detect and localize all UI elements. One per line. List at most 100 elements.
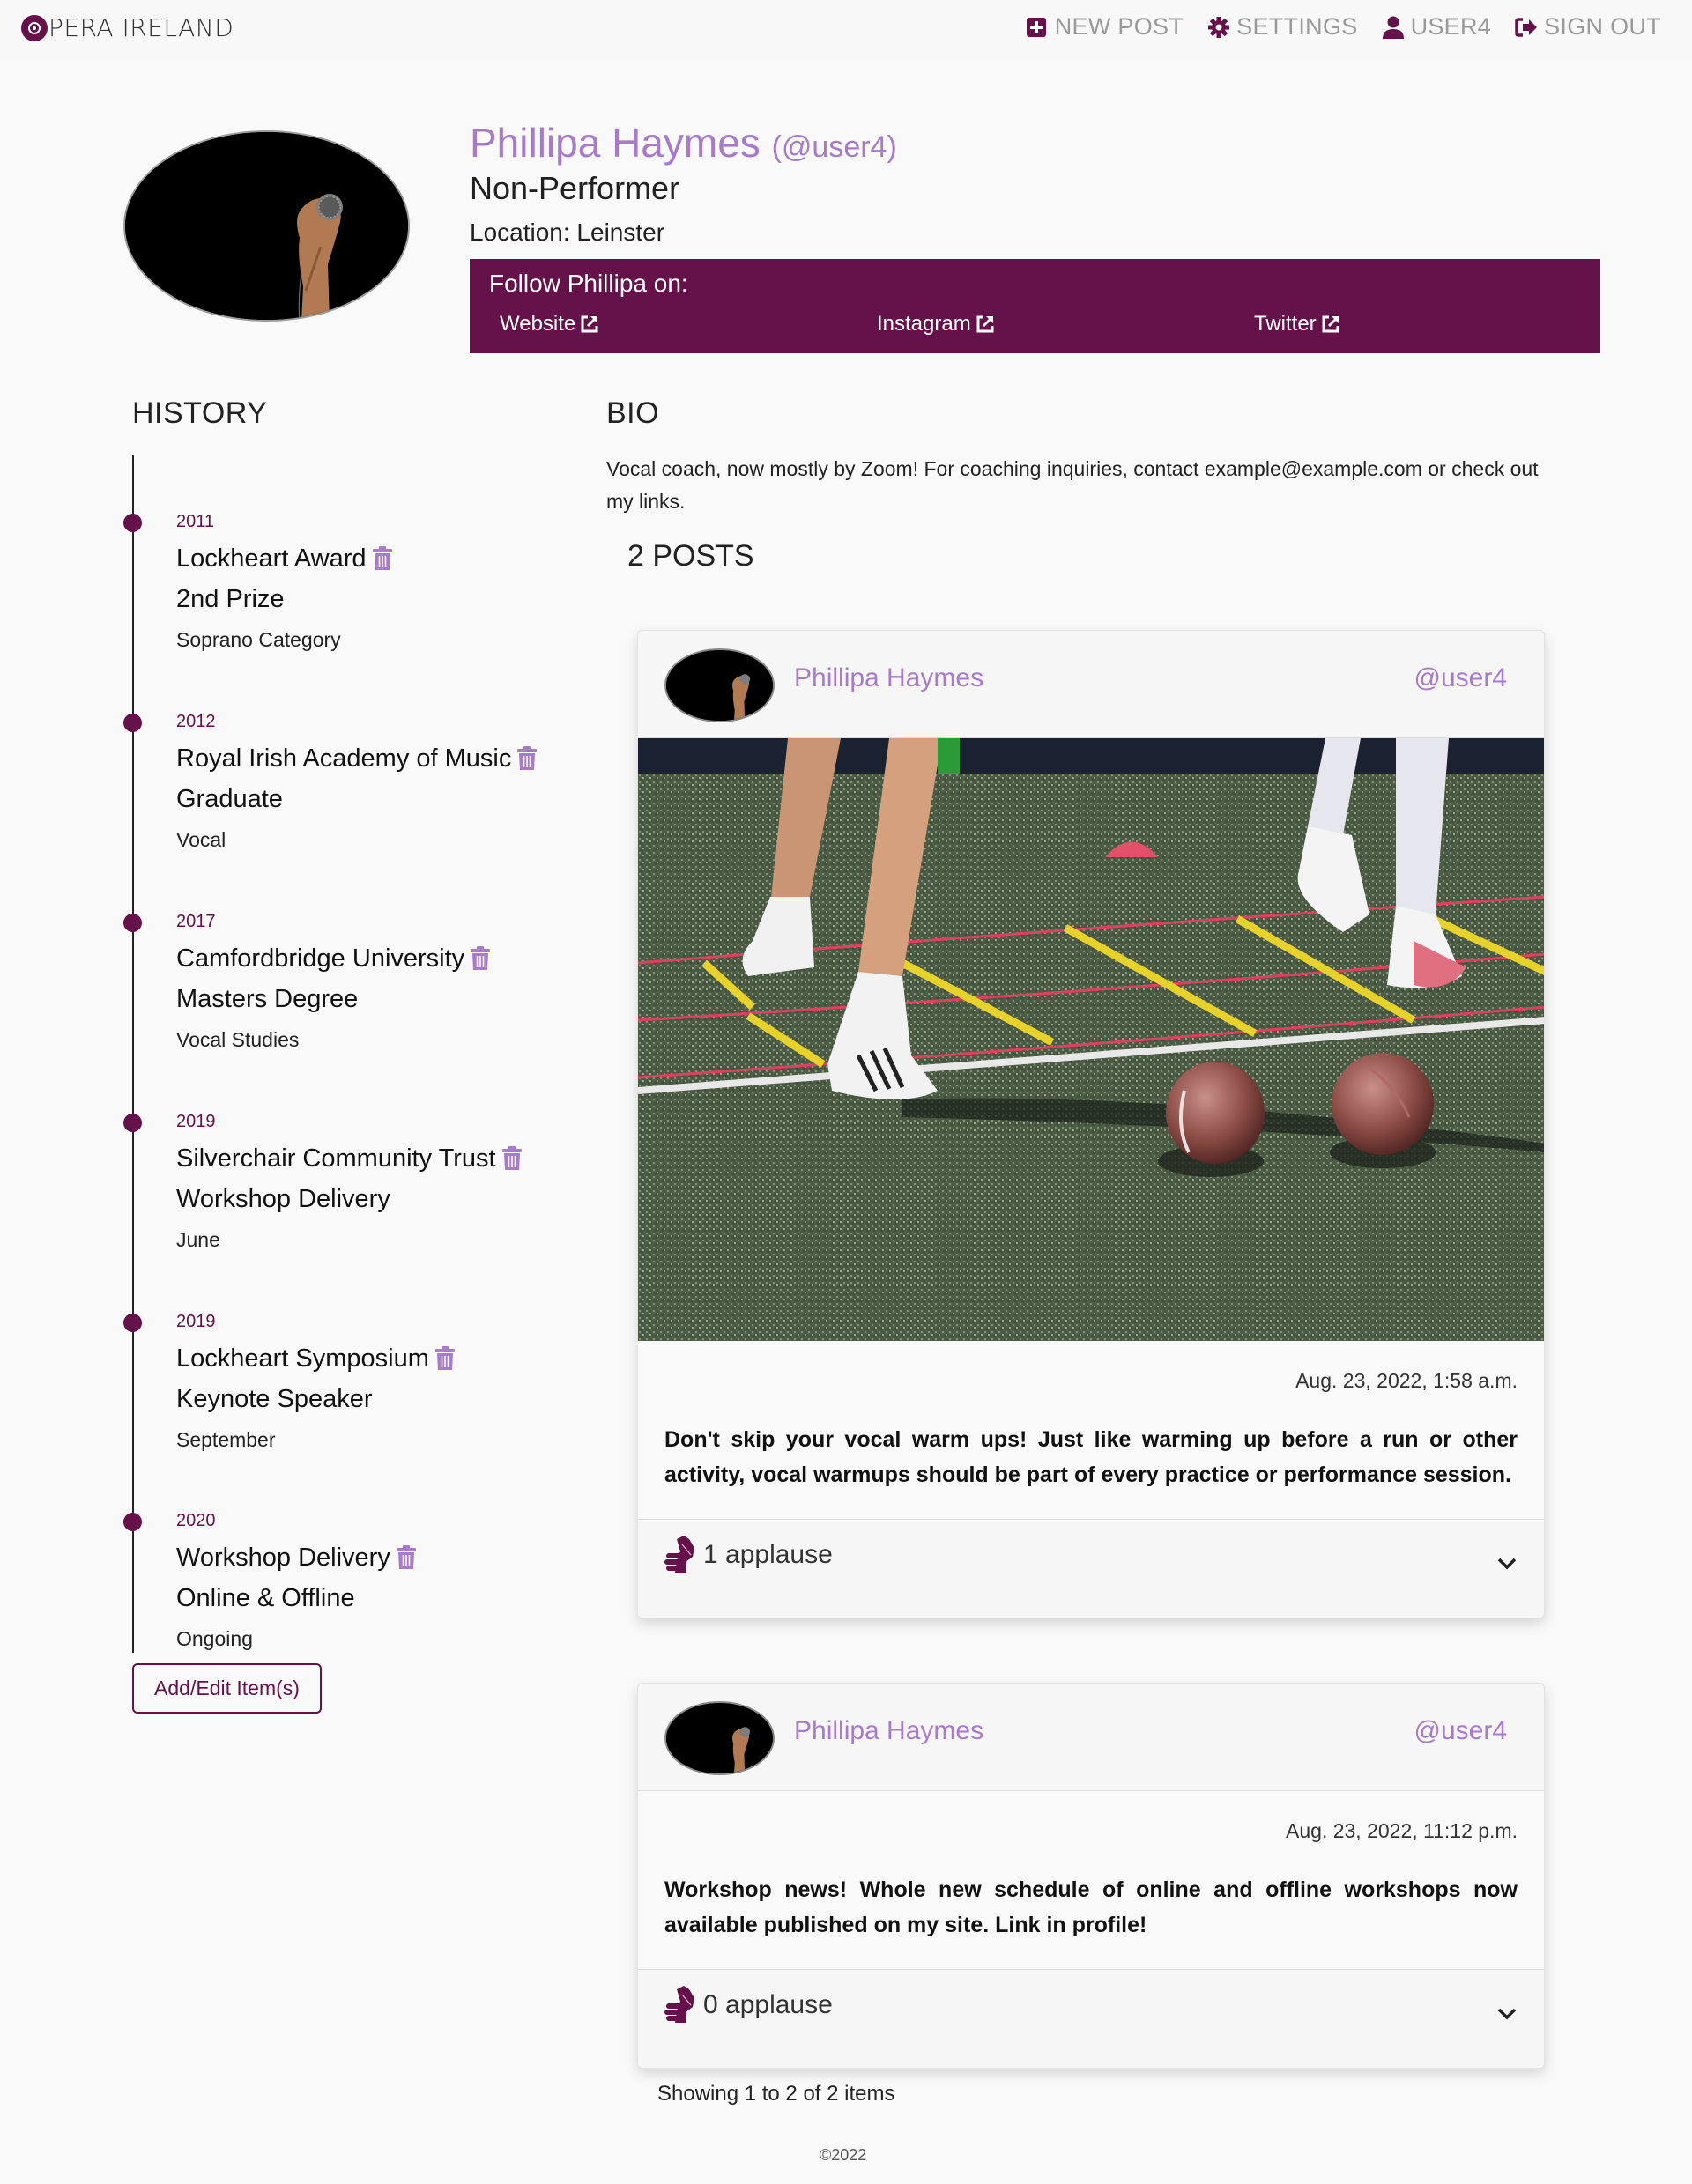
nav-settings-label: SETTINGS xyxy=(1236,13,1358,40)
timeline-title-text: Lockheart Award xyxy=(176,544,367,573)
post-date: Aug. 23, 2022, 1:58 a.m. xyxy=(1295,1369,1518,1392)
nav-links: NEW POST SETTINGS USER4 SIGN OUT xyxy=(1025,13,1661,41)
microphone-hand-photo xyxy=(666,650,773,721)
plus-square-icon xyxy=(1026,17,1046,37)
timeline-detail: Vocal xyxy=(176,828,226,851)
profile-location: Location: Leinster xyxy=(470,218,665,246)
trash-icon[interactable] xyxy=(434,1346,456,1371)
timeline-title: Workshop Delivery xyxy=(176,1540,417,1575)
timeline-year: 2017 xyxy=(176,912,216,931)
microphone-hand-photo xyxy=(666,1703,773,1773)
timeline-dot xyxy=(123,1114,142,1132)
timeline-title-text: Camfordbridge University xyxy=(176,944,465,973)
post-text: Don't skip your vocal warm ups! Just lik… xyxy=(664,1427,1518,1487)
applause-button[interactable]: 0 applause xyxy=(664,1986,833,2025)
timeline-title: Silverchair Community Trust xyxy=(176,1141,523,1176)
website-link-label: Website xyxy=(500,312,576,336)
post-body: Aug. 23, 2022, 1:58 a.m. Don't skip your… xyxy=(638,1341,1544,1519)
trash-icon[interactable] xyxy=(516,746,538,771)
nav-settings[interactable]: SETTINGS xyxy=(1206,13,1357,41)
instagram-link[interactable]: Instagram xyxy=(877,312,996,337)
trash-icon[interactable] xyxy=(501,1146,523,1171)
instagram-link-label: Instagram xyxy=(877,312,971,336)
timeline-title-text: Workshop Delivery xyxy=(176,1544,390,1572)
profile-display-name: Phillipa Haymes xyxy=(470,120,761,166)
timeline-item: 2019 Lockheart Symposium Keynote Speaker Se… xyxy=(123,1309,456,1454)
post-header: Phillipa Haymes @user4 xyxy=(638,631,1544,738)
timeline-subtitle: Graduate xyxy=(176,785,283,813)
vinyl-record-o-icon xyxy=(21,14,48,41)
website-link[interactable]: Website xyxy=(500,312,600,337)
profile-handle: (@user4) xyxy=(771,130,897,164)
chevron-down-icon[interactable] xyxy=(1496,1557,1518,1571)
applause-button[interactable]: 1 applause xyxy=(664,1536,833,1574)
timeline-dot xyxy=(123,914,142,932)
timeline-title: Lockheart Symposium xyxy=(176,1341,456,1376)
post-card: Phillipa Haymes @user4 Aug. 23, 2022, 1:… xyxy=(637,630,1545,1618)
timeline-title: Camfordbridge University xyxy=(176,941,491,976)
timeline-subtitle: 2nd Prize xyxy=(176,585,285,613)
bio-heading: BIO xyxy=(606,396,660,430)
applause-hands-icon xyxy=(664,1986,694,2023)
timeline-title: Royal Irish Academy of Music xyxy=(176,741,538,776)
football-training-photo xyxy=(638,738,1544,1341)
timeline-subtitle: Workshop Delivery xyxy=(176,1185,390,1213)
timeline-item: 2017 Camfordbridge University Masters Degr… xyxy=(123,909,491,1054)
timeline-title-text: Lockheart Symposium xyxy=(176,1344,429,1373)
microphone-hand-photo xyxy=(125,132,408,320)
brand-link[interactable]: PERA IRELAND xyxy=(21,13,234,42)
follow-title: Follow Phillipa on: xyxy=(489,270,688,297)
post-text: Workshop news! Whole new schedule of onl… xyxy=(664,1877,1518,1937)
add-edit-items-button[interactable]: Add/Edit Item(s) xyxy=(132,1663,322,1714)
timeline-subtitle: Keynote Speaker xyxy=(176,1385,373,1413)
post-author-avatar[interactable] xyxy=(664,1701,775,1775)
timeline-item: 2011 Lockheart Award 2nd Prize Soprano Cate… xyxy=(123,509,393,654)
post-author-name[interactable]: Phillipa Haymes xyxy=(794,1716,983,1746)
post-header: Phillipa Haymes @user4 xyxy=(638,1684,1544,1791)
post-footer: 1 applause xyxy=(638,1519,1544,1618)
trash-icon[interactable] xyxy=(372,546,393,571)
user-icon xyxy=(1382,16,1404,39)
timeline-dot xyxy=(123,514,142,532)
trash-icon[interactable] xyxy=(470,946,491,971)
timeline-dot xyxy=(123,1314,142,1332)
applause-hands-icon xyxy=(664,1536,694,1573)
copyright: ©2022 xyxy=(820,2146,867,2164)
applause-count: 1 applause xyxy=(703,1540,833,1569)
sign-out-icon xyxy=(1515,17,1538,37)
twitter-link-label: Twitter xyxy=(1254,312,1317,336)
post-image xyxy=(638,738,1544,1341)
timeline-year: 2012 xyxy=(176,712,216,731)
profile-role: Non-Performer xyxy=(470,170,680,206)
nav-user-label: USER4 xyxy=(1410,13,1492,40)
timeline-dot xyxy=(123,714,142,732)
external-link-icon xyxy=(1322,315,1340,333)
trash-icon[interactable] xyxy=(396,1545,417,1570)
post-author-handle[interactable]: @user4 xyxy=(1414,663,1508,693)
post-author-name[interactable]: Phillipa Haymes xyxy=(794,663,983,693)
timeline-year: 2019 xyxy=(176,1312,216,1331)
timeline-subtitle: Online & Offline xyxy=(176,1584,355,1612)
post-footer: 0 applause xyxy=(638,1969,1544,2068)
post-author-handle[interactable]: @user4 xyxy=(1414,1716,1508,1746)
post-card: Phillipa Haymes @user4 Aug. 23, 2022, 11… xyxy=(637,1683,1545,2069)
timeline-year: 2019 xyxy=(176,1112,216,1131)
follow-links-box: Follow Phillipa on: Website Instagram Tw… xyxy=(470,259,1600,353)
posts-count: 2 POSTS xyxy=(627,539,754,573)
nav-sign-out[interactable]: SIGN OUT xyxy=(1514,13,1661,41)
chevron-down-icon[interactable] xyxy=(1496,2007,1518,2021)
timeline-detail: Soprano Category xyxy=(176,628,341,651)
twitter-link[interactable]: Twitter xyxy=(1254,312,1341,337)
post-date: Aug. 23, 2022, 11:12 p.m. xyxy=(1286,1819,1518,1842)
timeline-detail: June xyxy=(176,1228,220,1251)
history-heading: HISTORY xyxy=(132,396,268,430)
gear-icon xyxy=(1208,16,1230,38)
profile-avatar xyxy=(123,130,410,322)
post-author-avatar[interactable] xyxy=(664,648,775,722)
timeline-line xyxy=(132,455,134,1653)
timeline-year: 2011 xyxy=(176,512,215,531)
nav-new-post[interactable]: NEW POST xyxy=(1025,13,1184,41)
nav-user[interactable]: USER4 xyxy=(1381,13,1492,41)
timeline-detail: September xyxy=(176,1428,276,1451)
external-link-icon xyxy=(976,315,994,333)
